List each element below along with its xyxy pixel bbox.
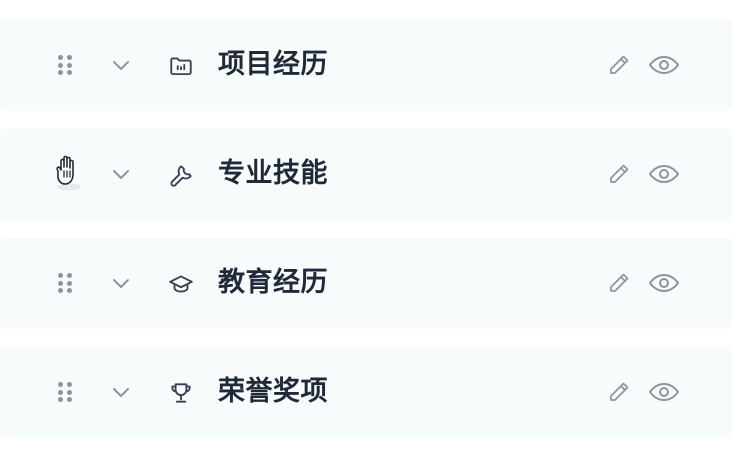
resume-sections-panel: 项目经历 专业技能 教育经历 荣誉奖项 <box>0 0 732 450</box>
visibility-toggle-button[interactable] <box>645 159 683 189</box>
expand-toggle-button[interactable] <box>106 270 136 296</box>
edit-button[interactable] <box>604 378 634 406</box>
drag-handle-icon <box>58 382 72 402</box>
eye-icon <box>649 56 679 74</box>
drag-handle[interactable] <box>52 49 80 81</box>
folder-chart-icon <box>166 52 196 80</box>
edit-button[interactable] <box>604 51 634 79</box>
section-row-awards[interactable]: 荣誉奖项 <box>0 346 732 438</box>
chevron-down-icon <box>113 388 129 397</box>
pencil-icon <box>610 273 629 292</box>
pencil-icon <box>610 164 629 183</box>
visibility-toggle-button[interactable] <box>645 268 683 298</box>
drag-handle-icon <box>58 273 72 293</box>
section-row-projects[interactable]: 项目经历 <box>0 19 732 111</box>
drag-handle[interactable] <box>52 376 80 408</box>
drag-handle[interactable] <box>52 267 80 299</box>
chevron-down-icon <box>113 279 129 288</box>
drag-handle[interactable] <box>52 155 81 191</box>
trophy-icon <box>166 379 196 407</box>
section-title: 项目经历 <box>218 49 328 80</box>
eye-icon <box>649 165 679 183</box>
expand-toggle-button[interactable] <box>106 379 136 405</box>
pencil-icon <box>610 382 629 401</box>
visibility-toggle-button[interactable] <box>645 377 683 407</box>
expand-toggle-button[interactable] <box>106 52 136 78</box>
graduation-cap-icon <box>166 270 196 298</box>
grab-hand-cursor-icon <box>56 155 81 191</box>
section-title: 教育经历 <box>218 267 328 298</box>
edit-button[interactable] <box>604 269 634 297</box>
visibility-toggle-button[interactable] <box>645 50 683 80</box>
chevron-down-icon <box>113 61 129 70</box>
edit-button[interactable] <box>604 160 634 188</box>
pencil-icon <box>610 55 629 74</box>
section-title: 荣誉奖项 <box>218 376 328 407</box>
drag-handle-icon <box>58 55 72 75</box>
section-title: 专业技能 <box>218 158 328 189</box>
eye-icon <box>649 274 679 292</box>
section-row-education[interactable]: 教育经历 <box>0 237 732 329</box>
section-row-skills[interactable]: 专业技能 <box>0 128 732 220</box>
expand-toggle-button[interactable] <box>106 161 136 187</box>
chevron-down-icon <box>113 170 129 179</box>
eye-icon <box>649 383 679 401</box>
wrench-icon <box>166 161 196 189</box>
